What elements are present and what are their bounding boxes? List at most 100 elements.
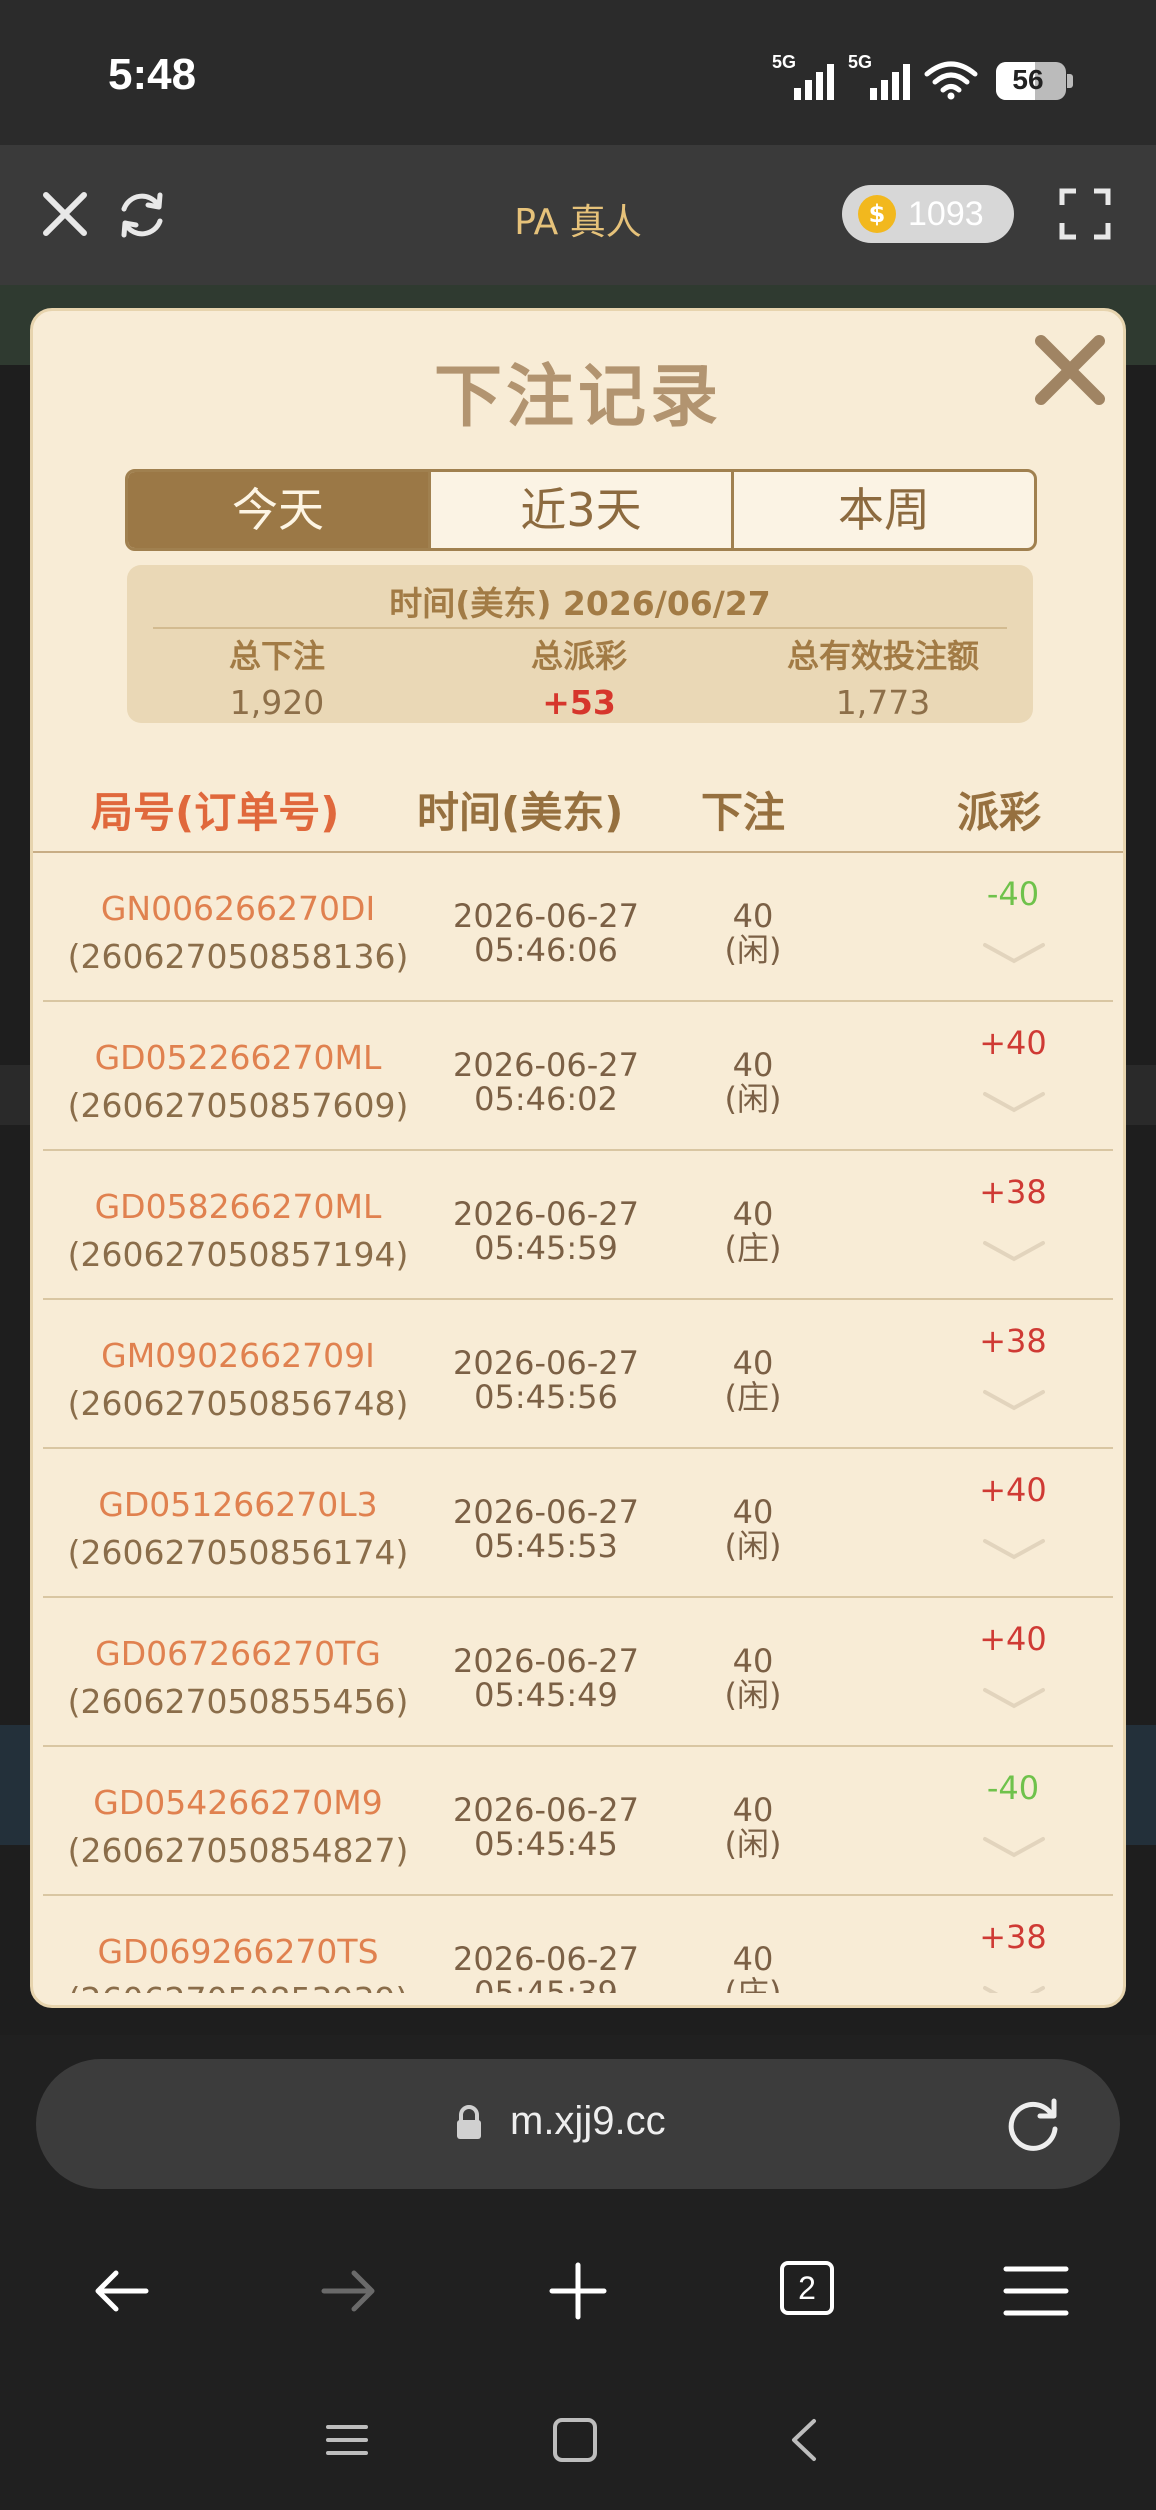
- lock-icon: [457, 2105, 481, 2139]
- forward-arrow-icon[interactable]: [308, 2251, 388, 2331]
- signal-icon: 5G: [772, 52, 834, 100]
- table-row[interactable]: GD069266270TS (260627050853939) 2026-06-…: [43, 1896, 1113, 1993]
- recent-apps-icon[interactable]: [322, 2415, 372, 2465]
- browser-toolbar: 2: [0, 2205, 1156, 2375]
- add-tab-icon[interactable]: [538, 2251, 618, 2331]
- bet-time: 2026-06-27 05:45:39: [453, 1940, 639, 1993]
- bet-amount: 40 (庄): [724, 1195, 782, 1267]
- fullscreen-icon[interactable]: [1058, 187, 1112, 241]
- back-icon[interactable]: [780, 2415, 830, 2465]
- battery-icon: 56: [996, 62, 1073, 100]
- total-valid-bet: 总有效投注额 1,773: [733, 631, 1033, 722]
- order-number: (260627050856748): [67, 1384, 409, 1423]
- url-bar[interactable]: m.xjj9.cc: [36, 2059, 1120, 2189]
- table-row[interactable]: GM0902662709I (260627050856748) 2026-06-…: [43, 1300, 1113, 1449]
- back-arrow-icon[interactable]: [82, 2251, 162, 2331]
- payout-value: +40: [979, 1620, 1047, 1658]
- chevron-down-icon[interactable]: [981, 1086, 1047, 1116]
- close-icon[interactable]: [1031, 331, 1109, 409]
- signal-label: 5G: [772, 52, 797, 72]
- status-time: 5:48: [108, 50, 197, 99]
- system-navigation-bar: [0, 2375, 1156, 2510]
- order-number: (260627050853939): [63, 1980, 413, 1993]
- payout-value: +38: [979, 1918, 1047, 1956]
- bet-amount: 40 (闲): [724, 897, 782, 969]
- order-number: (260627050856174): [67, 1533, 409, 1572]
- modal-title: 下注记录: [433, 358, 722, 437]
- total-valid-label: 总有效投注额: [786, 637, 979, 675]
- payout-value: +40: [979, 1024, 1047, 1062]
- bet-time: 2026-06-27 05:45:45: [453, 1791, 639, 1863]
- column-header-time: 时间(美东): [417, 788, 624, 837]
- total-payout-value: +53: [542, 683, 616, 722]
- order-number: (260627050857194): [67, 1235, 409, 1274]
- round-id: GN006266270DI: [100, 889, 376, 928]
- bet-amount: 40 (闲): [724, 1642, 782, 1714]
- chevron-down-icon[interactable]: [981, 1384, 1047, 1414]
- total-payout-label: 总派彩: [530, 637, 627, 675]
- date-range-tabs: 今天 近3天 本周: [125, 469, 1037, 551]
- table-row[interactable]: GD052266270ML (260627050857609) 2026-06-…: [43, 1002, 1113, 1151]
- tab-switcher-button[interactable]: 2: [780, 2261, 834, 2315]
- summary-date: 时间(美东) 2026/06/27: [389, 584, 771, 623]
- signal-icon: 5G: [848, 52, 910, 100]
- status-bar: 5:48 5G 5G 56: [0, 0, 1156, 145]
- column-header-order: 局号(订单号): [91, 788, 340, 837]
- tab-last-3-days[interactable]: 近3天: [428, 472, 731, 548]
- total-bet-value: 1,920: [229, 683, 325, 722]
- balance-badge[interactable]: $ 1093: [842, 185, 1014, 243]
- bet-time: 2026-06-27 05:45:49: [453, 1642, 639, 1714]
- chevron-down-icon[interactable]: [981, 1980, 1047, 1993]
- bet-time: 2026-06-27 05:45:56: [453, 1344, 639, 1416]
- bet-amount: 40 (闲): [724, 1046, 782, 1118]
- home-icon[interactable]: [550, 2415, 600, 2465]
- game-header: PA 真人 $ 1093: [0, 145, 1156, 285]
- url-text: m.xjj9.cc: [510, 2099, 666, 2143]
- payout-value: +40: [979, 1471, 1047, 1509]
- wifi-icon: [924, 61, 978, 100]
- order-number: (260627050857609): [67, 1086, 409, 1125]
- column-header-payout: 派彩: [957, 788, 1042, 837]
- round-id: GD052266270ML: [94, 1038, 382, 1077]
- column-header-bet: 下注: [701, 788, 786, 837]
- chevron-down-icon[interactable]: [981, 1235, 1047, 1265]
- menu-icon[interactable]: [996, 2251, 1076, 2331]
- round-id: GD067266270TG: [95, 1634, 381, 1673]
- round-id: GD069266270TS: [97, 1932, 379, 1971]
- order-number: (260627050855456): [67, 1682, 409, 1721]
- payout-value: +38: [979, 1322, 1047, 1360]
- browser-url-area: m.xjj9.cc: [0, 2035, 1156, 2205]
- table-row[interactable]: GD067266270TG (260627050855456) 2026-06-…: [43, 1598, 1113, 1747]
- status-icons: 5G 5G 56: [772, 52, 1073, 100]
- order-number: (260627050854827): [67, 1831, 409, 1870]
- bet-history-modal: 下注记录 今天 近3天 本周 时间(美东) 2026/06/27 总下注 1,9…: [30, 308, 1126, 2008]
- chevron-down-icon[interactable]: [981, 1682, 1047, 1712]
- total-valid-value: 1,773: [835, 683, 931, 722]
- battery-level: 56: [1012, 64, 1044, 95]
- table-row[interactable]: GD058266270ML (260627050857194) 2026-06-…: [43, 1151, 1113, 1300]
- table-row[interactable]: GN006266270DI (260627050858136) 2026-06-…: [43, 853, 1113, 1002]
- chevron-down-icon[interactable]: [981, 1533, 1047, 1563]
- bet-amount: 40 (闲): [724, 1493, 782, 1565]
- table-row[interactable]: GD054266270M9 (260627050854827) 2026-06-…: [43, 1747, 1113, 1896]
- signal-label: 5G: [848, 52, 873, 72]
- tab-this-week[interactable]: 本周: [731, 472, 1034, 548]
- bet-list[interactable]: GN006266270DI (260627050858136) 2026-06-…: [43, 853, 1113, 1993]
- tab-today[interactable]: 今天: [128, 472, 428, 548]
- bet-time: 2026-06-27 05:46:06: [453, 897, 639, 969]
- payout-value: -40: [986, 1769, 1040, 1807]
- total-bet-label: 总下注: [228, 637, 325, 675]
- bet-time: 2026-06-27 05:45:53: [453, 1493, 639, 1565]
- balance-value: 1093: [908, 195, 984, 233]
- bet-amount: 40 (庄): [724, 1344, 782, 1416]
- round-id: GD054266270M9: [93, 1783, 383, 1822]
- summary-panel: 时间(美东) 2026/06/27 总下注 1,920 总派彩 +53 总有效投…: [127, 565, 1033, 723]
- table-row[interactable]: GD051266270L3 (260627050856174) 2026-06-…: [43, 1449, 1113, 1598]
- payout-value: -40: [986, 875, 1040, 913]
- bet-amount: 40 (庄): [724, 1940, 782, 1993]
- total-bet: 总下注 1,920: [127, 631, 427, 722]
- bet-time: 2026-06-27 05:45:59: [453, 1195, 639, 1267]
- chevron-down-icon[interactable]: [981, 937, 1047, 967]
- chevron-down-icon[interactable]: [981, 1831, 1047, 1861]
- reload-icon[interactable]: [1002, 2093, 1064, 2155]
